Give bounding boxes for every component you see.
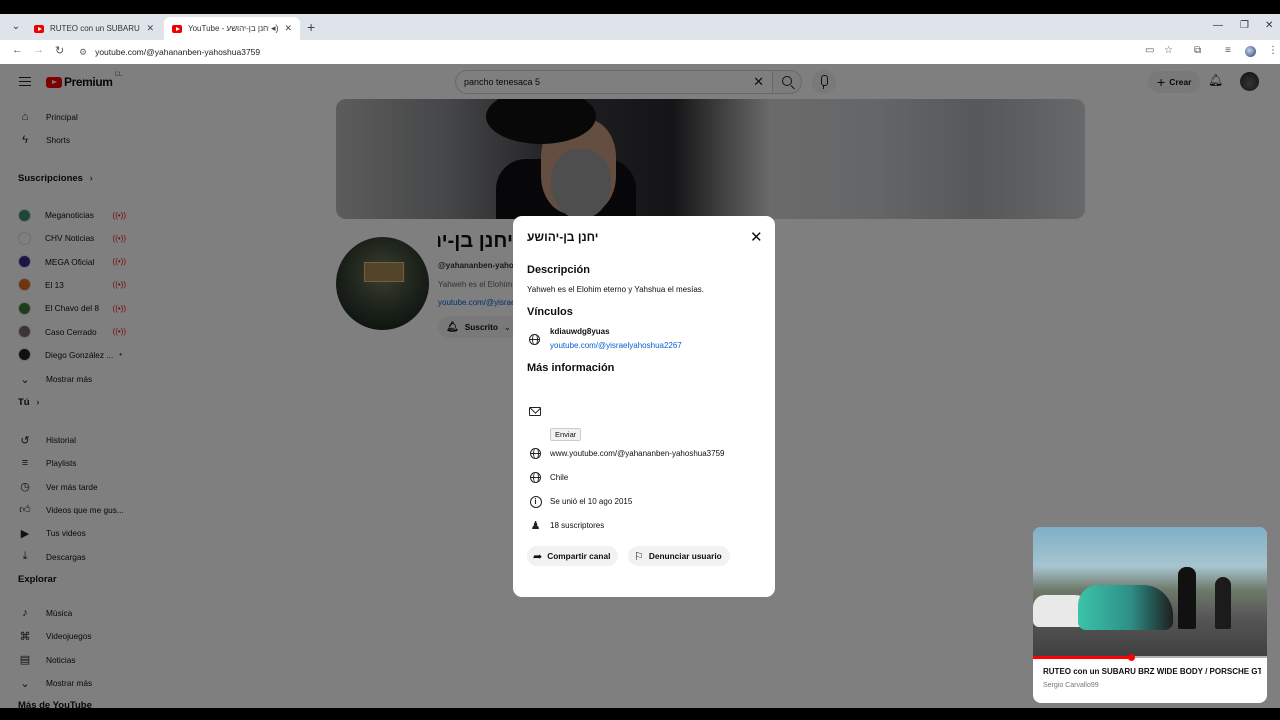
youtube-favicon-icon	[34, 24, 44, 33]
tab-strip: ⌄ RUTEO con un SUBARU BRZ W ✕ YouTube - …	[0, 14, 1280, 40]
joined-date: Se unió el 10 ago 2015	[550, 497, 633, 506]
browser-window: ⌄ RUTEO con un SUBARU BRZ W ✕ YouTube - …	[0, 14, 1280, 708]
tab-ruteo[interactable]: RUTEO con un SUBARU BRZ W ✕	[26, 17, 162, 40]
browser-toolbar: ← → ↻ ⚙ youtube.com/@yahananben-yahoshua…	[0, 40, 1280, 64]
forward-icon[interactable]: →	[33, 44, 44, 56]
install-icon[interactable]: ▭	[1145, 45, 1154, 56]
tab-youtube-channel[interactable]: YouTube - יחנן בן-יהושע ◂) ✕	[164, 17, 300, 40]
bookmark-star-icon[interactable]: ☆	[1164, 45, 1173, 56]
tab-search-icon[interactable]: ⌄	[8, 19, 24, 35]
back-icon[interactable]: ←	[12, 44, 23, 56]
browser-menu-icon[interactable]: ⋮	[1268, 45, 1278, 56]
country: Chile	[550, 473, 569, 482]
report-label: Denunciar usuario	[648, 551, 722, 561]
share-label: Compartir canal	[547, 551, 611, 561]
description-text: Yahweh es el Elohim eterno y Yahshua el …	[527, 285, 704, 294]
miniplayer[interactable]: RUTEO con un SUBARU BRZ WIDE BODY / PORS…	[1033, 527, 1267, 703]
thumb-car-teal	[1078, 585, 1173, 630]
youtube-favicon-icon	[172, 24, 182, 33]
miniplayer-title[interactable]: RUTEO con un SUBARU BRZ WIDE BODY / PORS…	[1043, 667, 1261, 676]
globe-icon	[529, 447, 542, 460]
info-icon: i	[529, 495, 542, 508]
extensions-icon[interactable]: ⧉	[1194, 45, 1201, 56]
subscriber-count: 18 suscriptores	[550, 521, 605, 530]
reload-icon[interactable]: ↻	[55, 44, 64, 57]
video-progress-handle[interactable]	[1127, 654, 1135, 661]
channel-about-dialog: יחנן בן-יהושע ✕ Descripción Yahweh es el…	[513, 216, 775, 597]
url-text: youtube.com/@yahananben-yahoshua3759	[95, 47, 261, 57]
email-icon	[528, 405, 541, 418]
links-heading: Vínculos	[527, 306, 573, 318]
media-control-icon[interactable]: ≡	[1225, 45, 1231, 56]
profile-avatar[interactable]	[1245, 46, 1256, 57]
thumb-person	[1215, 577, 1231, 629]
close-tab-icon[interactable]: ✕	[146, 23, 154, 34]
miniplayer-video[interactable]	[1033, 527, 1267, 658]
flag-icon: ⚐	[634, 550, 644, 563]
link-url[interactable]: youtube.com/@yisraelyahoshua2267	[550, 341, 682, 350]
minimize-icon[interactable]: —	[1213, 20, 1223, 31]
close-window-icon[interactable]: ✕	[1265, 20, 1273, 31]
dialog-title: יחנן בן-יהושע	[527, 230, 599, 244]
globe-icon	[528, 333, 541, 346]
thumb-person	[1178, 567, 1196, 629]
channel-url: www.youtube.com/@yahananben-yahoshua3759	[550, 449, 725, 458]
close-icon[interactable]: ✕	[750, 228, 763, 246]
send-email-button[interactable]: Enviar	[550, 428, 582, 441]
more-info-heading: Más información	[527, 362, 615, 374]
tab-title: RUTEO con un SUBARU BRZ W	[50, 24, 140, 33]
share-channel-button[interactable]: ➦ Compartir canal	[527, 546, 619, 566]
address-bar[interactable]: ⚙ youtube.com/@yahananben-yahoshua3759	[73, 42, 1173, 62]
tab-title: YouTube - יחנן בן-יהושע	[188, 24, 269, 33]
globe-icon	[529, 471, 542, 484]
maximize-icon[interactable]: ❐	[1240, 20, 1249, 31]
new-tab-button[interactable]: +	[307, 19, 315, 35]
miniplayer-channel[interactable]: Sergio Carvallo99	[1043, 682, 1099, 689]
link-title: kdiauwdg8yuas	[550, 327, 610, 336]
video-progress-fill	[1033, 656, 1132, 659]
close-tab-icon[interactable]: ✕	[284, 23, 292, 34]
site-info-icon[interactable]: ⚙	[79, 47, 87, 58]
report-user-button[interactable]: ⚐ Denunciar usuario	[628, 546, 730, 566]
subscribers-icon: ♟	[530, 520, 541, 532]
share-icon: ➦	[533, 550, 543, 563]
description-heading: Descripción	[527, 264, 590, 276]
audio-icon[interactable]: ◂)	[271, 23, 279, 34]
